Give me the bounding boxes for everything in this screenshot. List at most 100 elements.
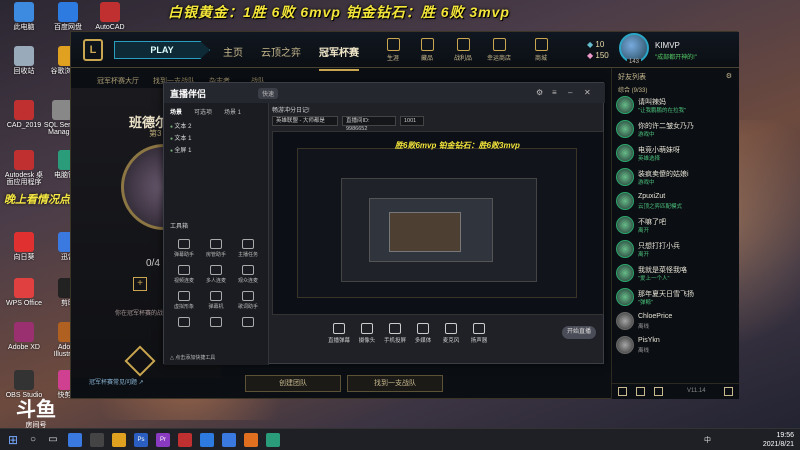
taskbar-app-icon[interactable] [266, 433, 280, 447]
taskbar-app-icon[interactable] [178, 433, 192, 447]
desktop-icon[interactable]: 向日葵 [2, 232, 46, 261]
friend-item[interactable]: ZpuxiZut 云顶之弈匹配模式 [616, 192, 740, 214]
blue-essence-amount: 10 [595, 40, 605, 49]
tab-scene-1[interactable]: 场景 1 [224, 107, 241, 116]
taskbar-app-icon[interactable]: Pr [156, 433, 170, 447]
friend-item[interactable]: PisYkn 离线 [616, 336, 740, 358]
toolbox-item[interactable]: 弹幕助手 [170, 239, 198, 258]
tab-scene[interactable]: 场景 [170, 107, 182, 116]
toolbox-item[interactable]: 视频连麦 [170, 265, 198, 284]
profile-nav[interactable]: 生涯 [379, 38, 407, 62]
taskbar-app-icon[interactable] [200, 433, 214, 447]
tab-tft[interactable]: 云顶之弈 [261, 44, 301, 59]
friend-item[interactable]: 只想打打小兵 离开 [616, 240, 740, 262]
desktop-icon[interactable]: Autodesk 桌面应用程序 [2, 150, 46, 187]
friend-item[interactable]: 我就是菜怪我咯 "爱上一个人" [616, 264, 740, 286]
toolbox-item[interactable]: 观众连麦 [234, 265, 262, 284]
friend-item[interactable]: 电竞小萌妹呀 英雄选择 [616, 144, 740, 166]
clash-faq-link[interactable]: 冠军杯赛常见问题 ↗ [89, 377, 144, 386]
desktop-icon[interactable]: AutoCAD [88, 2, 132, 31]
friends-group-header[interactable]: 综合 (9/33) [618, 85, 647, 94]
tab-optional[interactable]: 可选项 [194, 107, 212, 116]
friends-panel: 好友列表 ⚙ 综合 (9/33) 请叫辣妈 "让我鹏鹏的在拉我" 你的许二皱女乃乃游… [611, 68, 740, 399]
source-item[interactable]: 全屏 1 [170, 145, 191, 154]
toolbox-item[interactable]: 多人连麦 [202, 265, 230, 284]
stream-preview[interactable]: 胜6败6mvp 铂金钻石：胜6败3mvp [272, 131, 604, 315]
taskbar-app-icon[interactable] [244, 433, 258, 447]
desktop-icon[interactable]: WPS Office [2, 278, 46, 307]
friend-item[interactable]: 不嘛了吧 离开 [616, 216, 740, 238]
search-icon[interactable]: ○ [26, 433, 40, 447]
toolbox-item[interactable] [202, 317, 230, 329]
subtab-clash-lobby[interactable]: 冠军杯赛大厅 [97, 76, 139, 86]
play-button[interactable]: PLAY [114, 41, 210, 59]
summoner-name[interactable]: KIMVP [655, 41, 680, 50]
store-nav[interactable]: 商城 [527, 38, 555, 62]
toolbox-item[interactable]: 歌词助手 [234, 291, 262, 310]
stream-title-text[interactable]: 畅游冲分日记! [272, 105, 310, 114]
toolbox-item[interactable]: 房管助手 [202, 239, 230, 258]
add-friend-icon[interactable] [636, 387, 645, 396]
tab-clash[interactable]: 冠军杯赛 [319, 44, 359, 71]
toolbox-item[interactable] [170, 317, 198, 329]
desktop-icon[interactable]: 百度网盘 [46, 2, 90, 31]
mic-icon[interactable] [654, 387, 663, 396]
desktop-icon[interactable]: Adobe XD [2, 322, 46, 351]
input-language[interactable]: 中 [704, 435, 711, 445]
friend-item[interactable]: 请叫辣妈 "让我鹏鹏的在拉我" [616, 96, 740, 118]
riot-points-amount: 150 [595, 51, 609, 60]
minimize-icon[interactable]: – [568, 88, 572, 97]
friend-item[interactable]: 装疯卖傻的姑娘i 游戏中 [616, 168, 740, 190]
source-item[interactable]: 文本 1 [170, 133, 191, 142]
taskbar-app-icon[interactable] [90, 433, 104, 447]
add-ticket-button[interactable]: + [133, 277, 147, 291]
tab-home[interactable]: 主页 [223, 44, 243, 59]
stream-tool-button[interactable]: 麦克风 [436, 323, 466, 344]
system-clock[interactable]: 19:56 2021/8/21 [763, 431, 794, 449]
collection-nav[interactable]: 藏品 [413, 38, 441, 62]
toolbox-item[interactable]: 弹幕机 [202, 291, 230, 310]
friend-item[interactable]: 那年夏天日雪飞扬 "弹鲸" [616, 288, 740, 310]
league-logo-icon[interactable]: L [83, 39, 103, 61]
category-field[interactable]: 英雄联盟 - 大师都是 [272, 116, 338, 126]
friend-avatar [616, 312, 634, 330]
settings-icon[interactable]: ⚙ [536, 88, 543, 97]
stream-mode-badge[interactable]: 快速 [258, 88, 279, 99]
taskbar-app-icon[interactable] [222, 433, 236, 447]
loot-nav[interactable]: 战利品 [449, 38, 477, 62]
stream-tool-button[interactable]: 扬声器 [464, 323, 494, 344]
close-icon[interactable]: ✕ [584, 88, 591, 97]
find-team-button[interactable]: 找到一支战队 [347, 375, 443, 392]
desktop-icon[interactable]: 回收站 [2, 46, 46, 75]
friends-settings-icon[interactable]: ⚙ [726, 72, 732, 80]
taskbar-app-icon[interactable] [68, 433, 82, 447]
lucky-shop-nav[interactable]: 幸运商店 [485, 38, 513, 62]
stream-tool-button[interactable]: 直播弹幕 [324, 323, 354, 344]
friend-item[interactable]: 你的许二皱女乃乃 游戏中 [616, 120, 740, 142]
room-id-field[interactable]: 直播间ID: 9986652 [342, 116, 396, 132]
toolbox-item[interactable]: 虚拟形象 [170, 291, 198, 310]
toolbox-tip[interactable]: △ 点击添加快捷工具 [170, 354, 215, 361]
currency-display[interactable]: ◆ 10 ◆ 150 [587, 39, 609, 61]
toolbox-item[interactable]: 主播任务 [234, 239, 262, 258]
summoner-status[interactable]: "成部都开神的!" [655, 52, 697, 61]
chat-icon[interactable] [618, 387, 627, 396]
stream-tool-button[interactable]: 多媒体 [408, 323, 438, 344]
taskbar-app-icon[interactable] [112, 433, 126, 447]
taskbar-app-icon[interactable]: Ps [134, 433, 148, 447]
count-field[interactable]: 1001 [400, 116, 424, 126]
menu-icon[interactable]: ≡ [552, 88, 557, 97]
task-view-icon[interactable]: ▭ [46, 433, 60, 447]
friends-header: 好友列表 ⚙ [618, 72, 732, 81]
friend-item[interactable]: ChloePrice 离线 [616, 312, 740, 334]
desktop-icon[interactable]: OBS Studio [2, 370, 46, 399]
source-item[interactable]: 文本 2 [170, 121, 191, 130]
start-live-button[interactable]: 开始直播 [562, 326, 596, 339]
toolbox-item[interactable] [234, 317, 262, 329]
start-button[interactable]: ⊞ [6, 433, 20, 447]
stream-tool-button[interactable]: 摄像头 [352, 323, 382, 344]
stream-tool-button[interactable]: 手机投屏 [380, 323, 410, 344]
create-team-button[interactable]: 创建团队 [245, 375, 341, 392]
help-icon[interactable] [724, 387, 733, 396]
desktop-icon[interactable]: 此电脑 [2, 2, 46, 31]
